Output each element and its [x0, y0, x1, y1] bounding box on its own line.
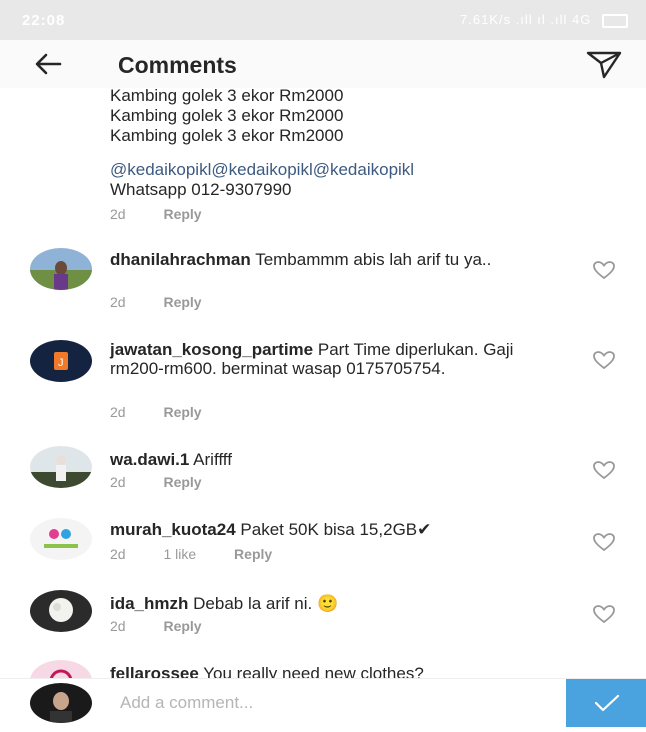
comment-text: ida_hmzh Debab la arif ni. 🙂 — [110, 594, 570, 613]
caption-meta: 2d Reply — [110, 206, 236, 222]
status-time: 22:08 — [22, 12, 66, 29]
reply-button[interactable]: Reply — [234, 546, 272, 562]
avatar-image — [30, 660, 92, 678]
heart-icon[interactable] — [592, 260, 616, 280]
comment-time: 2d — [110, 206, 126, 222]
comment-text: murah_kuota24 Paket 50K bisa 15,2GB✔ — [110, 520, 570, 539]
back-button[interactable] — [30, 48, 70, 80]
arrow-left-icon — [35, 53, 62, 75]
reply-button[interactable]: Reply — [163, 404, 201, 420]
heart-icon[interactable] — [592, 604, 616, 624]
avatar-image — [30, 683, 92, 723]
page-title: Comments — [118, 52, 237, 78]
reply-button[interactable]: Reply — [163, 294, 201, 310]
heart-icon[interactable] — [592, 350, 616, 370]
comment-input[interactable] — [118, 687, 542, 719]
comment-text: fellarossee You really need new clothes? — [110, 664, 570, 678]
comment-meta: 2d Reply — [110, 404, 236, 420]
comment-time: 2d — [110, 474, 126, 490]
avatar-image — [30, 248, 92, 290]
comment-body: Tembammm abis lah arif tu ya.. — [255, 250, 492, 269]
reply-button[interactable]: Reply — [163, 618, 201, 634]
comment-meta: 2d 1 like Reply — [110, 546, 306, 562]
comments-list[interactable]: Kambing golek 3 ekor Rm2000 Kambing gole… — [0, 88, 646, 678]
avatar-image: J — [30, 340, 92, 382]
caption-line: Kambing golek 3 ekor Rm2000 — [110, 88, 344, 105]
post-comment-button[interactable] — [566, 679, 646, 727]
svg-text:J: J — [58, 357, 64, 369]
comment-time: 2d — [110, 294, 126, 310]
comment-username[interactable]: murah_kuota24 — [110, 520, 236, 539]
avatar[interactable] — [30, 248, 92, 290]
comment-time: 2d — [110, 618, 126, 634]
comment-username[interactable]: jawatan_kosong_partime — [110, 340, 313, 359]
app-bar: Comments — [0, 40, 646, 88]
heart-icon[interactable] — [592, 460, 616, 480]
avatar[interactable] — [30, 660, 92, 678]
comment-username[interactable]: ida_hmzh — [110, 594, 188, 613]
comment-username[interactable]: fellarossee — [110, 664, 199, 678]
comment-body: Ariffff — [193, 450, 232, 469]
caption-contact: Whatsapp 012-9307990 — [110, 180, 292, 199]
reply-button[interactable]: Reply — [163, 474, 201, 490]
share-button[interactable] — [584, 48, 624, 80]
comment-time: 2d — [110, 546, 126, 562]
avatar[interactable] — [30, 518, 92, 560]
comment-meta: 2d Reply — [110, 618, 236, 634]
avatar-image — [30, 590, 92, 632]
caption-mentions[interactable]: @kedaikopikl@kedaikopikl@kedaikopikl — [110, 160, 414, 180]
avatar[interactable] — [30, 446, 92, 488]
caption-line: Kambing golek 3 ekor Rm2000 — [110, 126, 344, 145]
comment-username[interactable]: wa.dawi.1 — [110, 450, 189, 469]
comment-meta: 2d Reply — [110, 294, 236, 310]
comment-username[interactable]: dhanilahrachman — [110, 250, 251, 269]
comment-body: You really need new clothes? — [203, 664, 424, 678]
comment-text: jawatan_kosong_partime Part Time diperlu… — [110, 340, 570, 378]
mention-link[interactable]: @kedaikopikl@kedaikopikl@kedaikopikl — [110, 160, 414, 179]
comment-text: wa.dawi.1 Ariffff — [110, 450, 570, 469]
paper-plane-icon — [586, 51, 622, 79]
avatar-image — [30, 446, 92, 488]
caption-line: Kambing golek 3 ekor Rm2000 — [110, 106, 344, 125]
status-indicators: 7.61K/s .ıll ıl .ıll 4G — [460, 12, 628, 28]
like-count[interactable]: 1 like — [163, 546, 196, 562]
comment-body: Debab la arif ni. — [193, 594, 313, 613]
battery-icon — [602, 13, 628, 28]
checkmark-icon — [594, 694, 620, 712]
avatar[interactable] — [30, 590, 92, 632]
network-indicators: 7.61K/s .ıll ıl .ıll 4G — [460, 12, 592, 27]
current-user-avatar — [30, 683, 92, 723]
emoji: 🙂 — [316, 594, 339, 613]
comment-time: 2d — [110, 404, 126, 420]
heart-icon[interactable] — [592, 532, 616, 552]
comment-meta: 2d Reply — [110, 474, 236, 490]
avatar-image — [30, 518, 92, 560]
avatar[interactable]: J — [30, 340, 92, 382]
comment-body: Paket 50K bisa 15,2GB✔ — [240, 520, 432, 539]
status-bar: 22:08 7.61K/s .ıll ıl .ıll 4G — [0, 0, 646, 40]
comment-composer — [0, 678, 646, 727]
comment-text: dhanilahrachman Tembammm abis lah arif t… — [110, 250, 570, 269]
reply-button[interactable]: Reply — [163, 206, 201, 222]
